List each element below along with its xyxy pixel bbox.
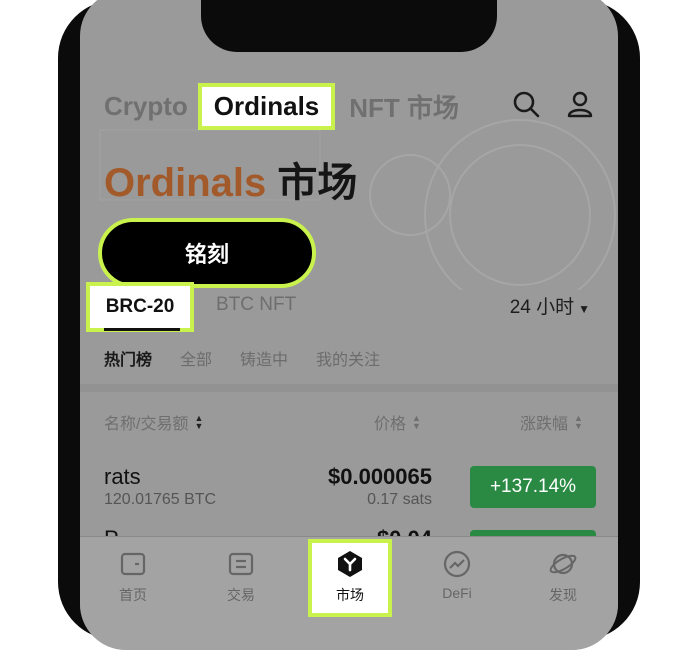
tab-minting[interactable]: 铸造中 [240,346,288,370]
token-name: rats [104,464,141,489]
period-label: 24 小时 [509,297,575,318]
top-tabs: Crypto Ordinals NFT 市场 [104,82,473,130]
period-selector[interactable]: 24 小时 ▼ [510,292,590,319]
discover-icon [549,553,577,575]
column-change[interactable]: 涨跌幅 ▲ ▼ [520,410,583,434]
phone-notch [201,0,497,52]
tab-watchlist[interactable]: 我的关注 [316,346,380,370]
token-volume: 120.01765 BTC [104,491,217,508]
search-icon[interactable] [512,90,540,118]
column-change-label: 涨跌幅 [520,416,569,433]
trade-icon [228,552,254,576]
inscribe-button[interactable]: 铭刻 [98,218,316,288]
tab-brc20[interactable]: BRC-20 [86,282,194,332]
nav-trade-label: 交易 [227,587,255,603]
nav-market-label: 市场 [336,587,364,603]
section-divider [80,384,618,392]
page-title: Ordinals 市场 [104,150,357,208]
tab-hot[interactable]: 热门榜 [104,346,152,370]
column-price-label: 价格 [374,416,407,433]
column-name-volume-label: 名称/交易额 [104,416,189,433]
defi-icon [443,550,471,578]
page-title-suffix: 市场 [266,161,358,205]
nav-home[interactable]: 首页 [98,549,168,605]
app-screen: Crypto Ordinals NFT 市场 Ordinals 市场 铭刻 BR… [80,0,618,650]
token-price: $0.000065 [328,464,432,489]
home-icon [120,552,146,576]
nav-discover[interactable]: 发现 [528,549,598,605]
nav-discover-label: 发现 [549,587,577,603]
caret-down-icon: ▼ [578,302,590,316]
sort-icon: ▲ ▼ [574,413,583,431]
tab-nft-market[interactable]: NFT 市场 [349,88,459,125]
nav-market[interactable]: 市场 [308,539,392,617]
column-price[interactable]: 价格 ▲ ▼ [374,410,421,434]
nav-trade[interactable]: 交易 [206,549,276,605]
tab-all[interactable]: 全部 [180,346,212,370]
column-name-volume[interactable]: 名称/交易额 ▲ ▼ [104,410,203,434]
nav-defi-label: DeFi [442,585,472,601]
nav-home-label: 首页 [119,587,147,603]
bottom-nav: 首页 交易 市场 DeFi 发现 [80,536,618,650]
active-tab-underline [104,328,180,331]
asset-tabs: BRC-20 BTC NFT 24 小时 ▼ [80,282,618,332]
sort-icon: ▲ ▼ [194,413,204,431]
tab-crypto[interactable]: Crypto [104,91,188,122]
user-icon[interactable] [566,90,594,118]
page-title-brand: Ordinals [104,161,267,205]
tab-ordinals[interactable]: Ordinals [197,82,336,130]
token-price-sats: 0.17 sats [367,491,432,508]
sort-icon: ▲ ▼ [412,413,421,431]
tab-btc-nft[interactable]: BTC NFT [216,294,296,316]
market-icon [338,551,362,577]
category-tabs: 热门榜 全部 铸造中 我的关注 [104,346,408,370]
nav-defi[interactable]: DeFi [422,549,492,601]
change-badge: +137.14% [470,466,596,508]
